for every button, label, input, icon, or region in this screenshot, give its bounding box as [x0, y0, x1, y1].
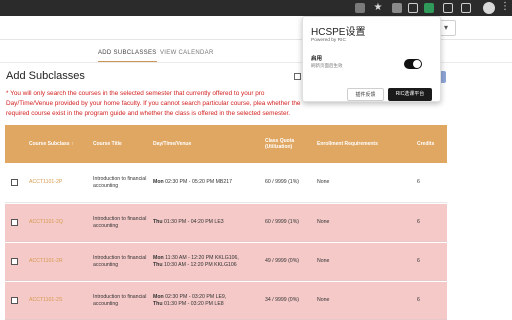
course-title: Introduction to financial accounting	[93, 293, 147, 307]
schedule: Mon 02:30 PM - 05:20 PM MB217	[153, 163, 263, 202]
toggle-knob	[413, 60, 421, 68]
enrollment-requirements: None	[317, 179, 330, 185]
header-day-time-venue[interactable]: Day/Time/Venue	[153, 125, 263, 163]
browser-menu-icon[interactable]: ⋮	[500, 1, 510, 13]
header-course-subclass[interactable]: Course Subclass ↑	[29, 125, 91, 163]
header-class-quota[interactable]: Class Quota (Utilization)	[265, 125, 315, 163]
header-select-all	[11, 125, 25, 163]
filter-checkbox[interactable]	[294, 73, 301, 80]
header-credits[interactable]: Credits	[417, 125, 445, 163]
course-code[interactable]: ACCT1101-2S	[29, 282, 91, 319]
class-quota: 60 / 9999 (1%)	[265, 179, 300, 185]
credits: 6	[417, 297, 420, 303]
tab-view-calendar[interactable]: VIEW CALENDAR	[160, 44, 214, 62]
enrollment-requirements: None	[317, 258, 330, 264]
row-checkbox[interactable]	[11, 297, 18, 304]
course-code[interactable]: ACCT1101-2P	[29, 163, 91, 202]
active-extension-icon[interactable]	[424, 3, 434, 13]
table-row[interactable]: ACCT1101-2P Introduction to financial ac…	[5, 163, 447, 203]
extension-icon[interactable]	[408, 3, 418, 13]
enrollment-requirements: None	[317, 297, 330, 303]
schedule: Mon 11:30 AM - 12:20 PM KKLG106, Thu 10:…	[153, 243, 263, 280]
feedback-button[interactable]: 插件反馈	[347, 88, 384, 101]
schedule-detail: 01:30 PM - 04:20 PM LE3	[163, 219, 224, 225]
course-code[interactable]: ACCT1101-2R	[29, 243, 91, 280]
schedule-day: Mon	[153, 254, 164, 261]
credits: 6	[417, 179, 420, 185]
enable-toggle[interactable]	[404, 59, 422, 69]
schedule-day: Thu	[153, 219, 163, 225]
extension-icon[interactable]	[392, 3, 402, 13]
table-row[interactable]: ACCT1101-2S Introduction to financial ac…	[5, 282, 447, 320]
schedule-detail: 02:30 PM - 03:20 PM LE9,	[165, 293, 227, 300]
schedule-detail: 02:30 PM - 05:20 PM MB217	[165, 179, 233, 185]
header-course-title[interactable]: Course Title	[93, 125, 151, 163]
notice-text: * You will only search the courses in th…	[6, 90, 301, 117]
schedule-day: Mon	[153, 179, 164, 185]
browser-toolbar: ★ ⋮	[0, 0, 512, 16]
table-row[interactable]: ACCT1101-2Q Introduction to financial ac…	[5, 204, 447, 242]
credits: 6	[417, 219, 420, 225]
tab-add-subclasses[interactable]: ADD SUBCLASSES	[98, 44, 157, 62]
extension-popup: HCSPE设置 Powered by RIC 启用 刷新页面后生效 插件反馈 R…	[302, 16, 441, 102]
schedule-day: Mon	[153, 293, 164, 300]
schedule-detail: 11:30 AM - 12:20 PM KKLG106,	[165, 254, 239, 261]
schedule-detail: 10:30 AM - 12:20 PM KKLG106	[163, 261, 237, 268]
schedule-day: Thu	[153, 261, 163, 268]
table-row[interactable]: ACCT1101-2R Introduction to financial ac…	[5, 243, 447, 281]
schedule-day: Thu	[153, 300, 163, 307]
course-code[interactable]: ACCT1101-2Q	[29, 204, 91, 241]
page-title: Add Subclasses	[6, 70, 85, 82]
credits: 6	[417, 258, 420, 264]
row-checkbox[interactable]	[11, 179, 18, 186]
popup-subtitle: Powered by RIC	[311, 38, 346, 43]
profile-avatar[interactable]	[483, 2, 495, 14]
enable-description: 刷新页面后生效	[311, 63, 343, 68]
bookmark-star-icon[interactable]: ★	[373, 3, 383, 13]
course-title: Introduction to financial accounting	[93, 254, 147, 268]
chevron-down-icon: ▾	[444, 23, 449, 32]
enable-label: 启用	[311, 56, 323, 62]
row-checkbox[interactable]	[11, 219, 18, 226]
row-checkbox[interactable]	[11, 258, 18, 265]
course-title: Introduction to financial accounting	[93, 215, 147, 229]
header-enrollment-requirements[interactable]: Enrollment Requirements	[317, 125, 413, 163]
schedule: Mon 02:30 PM - 03:20 PM LE9, Thu 01:30 P…	[153, 282, 263, 319]
table-header: Course Subclass ↑ Course Title Day/Time/…	[5, 125, 447, 163]
ric-platform-button[interactable]: RIC选课平台	[388, 88, 432, 101]
sidebar-icon[interactable]	[461, 3, 471, 13]
class-quota: 34 / 9999 (0%)	[265, 297, 300, 303]
extension-icon[interactable]	[355, 3, 365, 13]
enrollment-requirements: None	[317, 219, 330, 225]
tabs-icon[interactable]	[443, 3, 453, 13]
schedule-detail: 01:30 PM - 03:20 PM LE8	[163, 300, 224, 307]
course-title: Introduction to financial accounting	[93, 175, 147, 189]
class-quota: 49 / 9999 (0%)	[265, 258, 300, 264]
schedule: Thu 01:30 PM - 04:20 PM LE3	[153, 204, 263, 241]
class-quota: 60 / 9999 (1%)	[265, 219, 300, 225]
popup-title: HCSPE设置	[311, 27, 366, 38]
